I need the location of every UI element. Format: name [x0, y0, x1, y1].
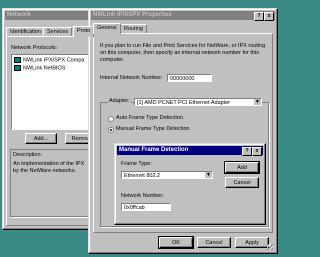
- cancel-button[interactable]: Cancel: [197, 237, 231, 248]
- add-protocol-button[interactable]: Add...: [25, 133, 57, 144]
- frame-type-dropdown[interactable]: Ethernet 802.2 ▼: [121, 171, 213, 179]
- manual-dialog-title: Manual Frame Detection: [119, 147, 189, 153]
- protocols-label: Network Protocols:: [11, 45, 58, 51]
- network-tab-panel: Network Protocols: NWLink IPX/SPX Compa …: [6, 36, 103, 226]
- intro-line-3: computer.: [100, 57, 125, 63]
- cancel-button[interactable]: Cancel: [225, 177, 259, 188]
- description-line-1: An implementation of the IPX: [13, 161, 85, 167]
- properties-titlebar[interactable]: NWLink IPX/SPX Properties ? x: [91, 11, 275, 21]
- auto-detect-label[interactable]: Auto Frame Type Detection: [116, 115, 183, 122]
- resize-grip[interactable]: [267, 244, 273, 250]
- manual-detect-label[interactable]: Manual Frame Type Detection: [116, 126, 190, 133]
- tab-protocols[interactable]: Proto: [73, 26, 95, 37]
- network-titlebar[interactable]: Network: [5, 11, 101, 20]
- chevron-down-icon[interactable]: ▼: [253, 99, 261, 105]
- frame-type-label: Frame Type:: [121, 161, 152, 167]
- adapter-dropdown[interactable]: [1] AMD PCNET PCI Ethernet Adapter ▼: [134, 98, 262, 106]
- list-item[interactable]: NWLink IPX/SPX Compa: [14, 57, 84, 64]
- add-button[interactable]: Add: [224, 161, 260, 174]
- protocol-icon: [14, 65, 21, 71]
- description-line-2: by the NetWare networks.: [13, 168, 77, 174]
- list-item[interactable]: NWLink NetBIOS: [14, 65, 65, 72]
- manual-dialog-titlebar[interactable]: Manual Frame Detection ? x: [117, 146, 263, 156]
- manual-frame-dialog: Manual Frame Detection ? x Frame Type: E…: [114, 143, 266, 225]
- auto-detect-radio[interactable]: [108, 116, 114, 122]
- chevron-down-icon[interactable]: ▼: [204, 172, 212, 178]
- manual-detect-radio[interactable]: [108, 127, 114, 133]
- close-button[interactable]: x: [264, 12, 274, 21]
- network-number-label: Network Number:: [121, 193, 164, 199]
- description-group: [10, 149, 100, 217]
- network-title: Network: [7, 12, 31, 18]
- description-label: Description:: [13, 152, 43, 158]
- internal-number-input[interactable]: 00000000: [167, 74, 212, 82]
- properties-title: NWLink IPX/SPX Properties: [93, 12, 172, 18]
- help-button[interactable]: ?: [254, 12, 264, 21]
- close-button[interactable]: x: [252, 147, 262, 156]
- ok-button[interactable]: OK: [158, 236, 194, 249]
- intro-line-2: on this computer, then specify an intern…: [100, 50, 259, 56]
- protocol-icon: [14, 57, 21, 63]
- intro-line-1: If you plan to run File and Print Servic…: [100, 43, 266, 49]
- internal-number-label: Internal Network Number:: [100, 75, 163, 81]
- tab-general[interactable]: General: [93, 23, 121, 34]
- help-button[interactable]: ?: [242, 147, 252, 156]
- adapter-label: Adapter:: [108, 98, 131, 105]
- network-number-input[interactable]: 0x0ffcab: [121, 203, 171, 211]
- apply-button[interactable]: Apply: [235, 237, 269, 248]
